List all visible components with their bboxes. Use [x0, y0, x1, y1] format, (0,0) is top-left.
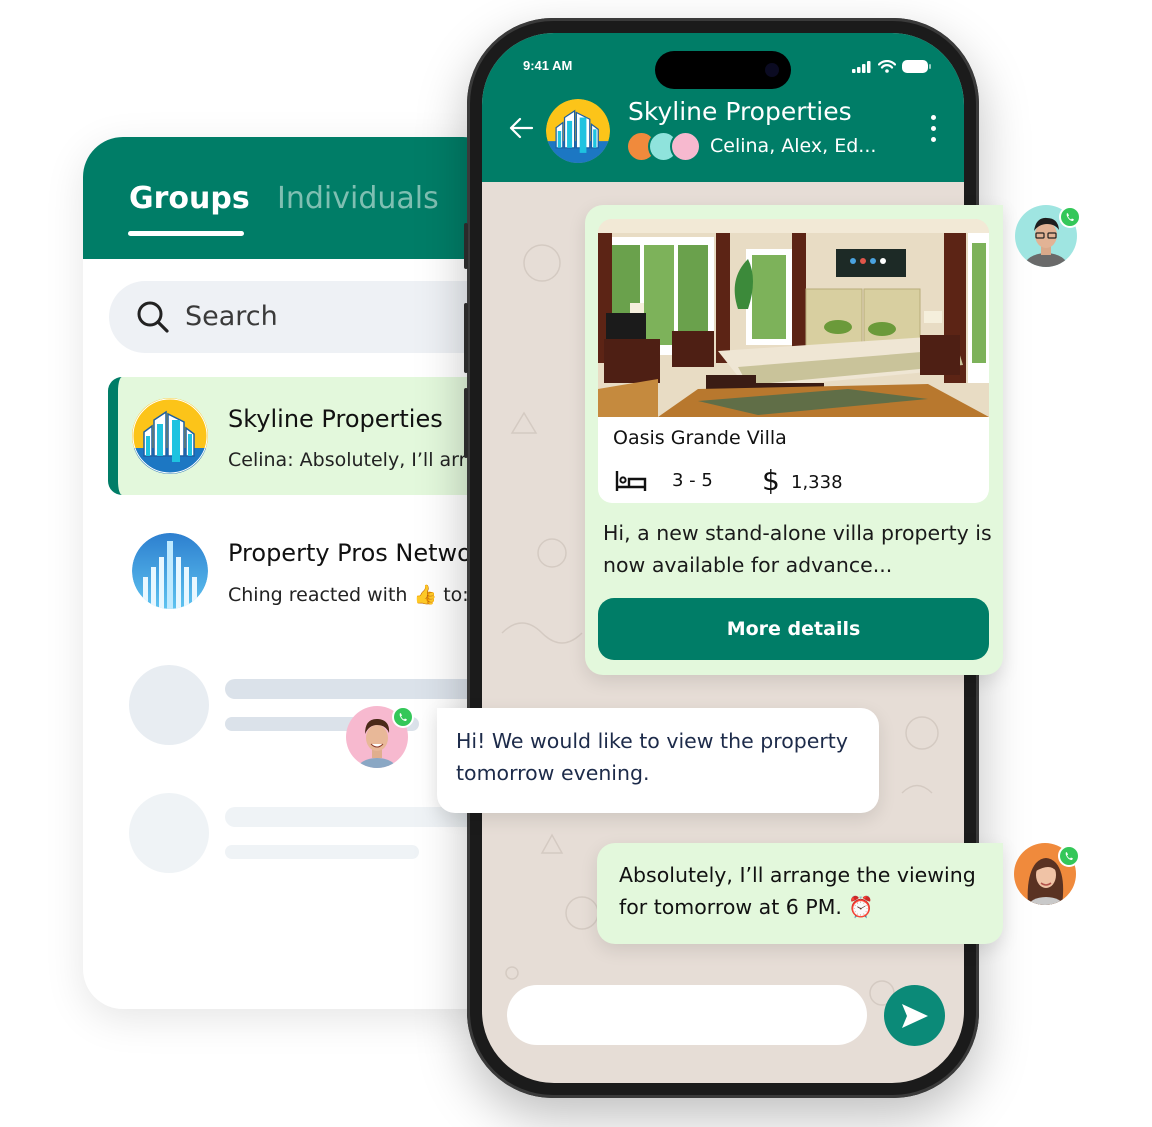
bed-icon: [615, 471, 647, 491]
message-input[interactable]: [507, 985, 867, 1045]
status-icons: [852, 60, 932, 73]
chat-preview: Ching reacted with 👍 to:: [228, 584, 469, 606]
message-outgoing: Absolutely, I’ll arrange the viewing for…: [597, 843, 1003, 944]
message-text: Hi, a new stand-alone villa property is …: [603, 521, 992, 577]
send-button[interactable]: [884, 985, 945, 1046]
chat-list-item-skyline[interactable]: Skyline Properties Celina: Absolutely, I…: [108, 377, 503, 495]
skeleton-line: [225, 845, 419, 859]
signal-icon: [852, 60, 871, 73]
search-icon: [137, 301, 169, 333]
message-incoming: Hi! We would like to view the property t…: [437, 708, 879, 813]
property-card[interactable]: Oasis Grande Villa 3 - 5 $ 1,338: [598, 219, 989, 503]
skyline-logo-avatar: [132, 398, 208, 474]
whatsapp-badge-icon: [392, 706, 414, 728]
chat-name: Property Pros Netwo: [228, 539, 472, 567]
member-avatars: [626, 131, 706, 163]
battery-icon: [902, 60, 931, 73]
group-avatar[interactable]: [546, 99, 610, 163]
wifi-icon: [878, 60, 896, 73]
message-text: Hi! We would like to view the property t…: [456, 729, 848, 785]
chat-title[interactable]: Skyline Properties: [628, 97, 852, 126]
search-placeholder: Search: [185, 301, 278, 332]
tab-groups[interactable]: Groups: [129, 181, 250, 216]
tab-individuals[interactable]: Individuals: [277, 181, 439, 216]
dynamic-island: [655, 51, 791, 89]
property-pros-logo-avatar: [132, 533, 208, 609]
skeleton-avatar: [129, 793, 209, 873]
skeleton-line: [225, 679, 503, 699]
volume-up-button: [464, 303, 468, 373]
whatsapp-badge-icon: [1058, 845, 1080, 867]
send-icon: [901, 1003, 928, 1028]
volume-down-button: [464, 388, 468, 458]
chat-list-item-property-pros[interactable]: Property Pros Netwo Ching reacted with 👍…: [108, 513, 503, 631]
search-input[interactable]: Search: [109, 281, 503, 353]
chat-name: Skyline Properties: [228, 405, 443, 433]
more-vertical-icon[interactable]: [929, 115, 937, 147]
member-avatar-ed: [670, 131, 701, 162]
property-price: 1,338: [791, 472, 843, 493]
back-arrow-icon[interactable]: [508, 115, 534, 141]
skeleton-avatar: [129, 665, 209, 745]
groups-panel: Groups Individuals Search Skyline Proper…: [83, 137, 503, 1009]
chat-preview: Celina: Absolutely, I’ll arra: [228, 449, 479, 471]
status-time: 9:41 AM: [523, 58, 573, 73]
whatsapp-badge-icon: [1059, 206, 1081, 228]
active-tab-indicator: [128, 231, 244, 236]
chat-header: 9:41 AM Skyline Properties Celina, Alex,…: [482, 33, 964, 182]
message-property-card: Oasis Grande Villa 3 - 5 $ 1,338 Hi, a n…: [585, 205, 1003, 675]
more-details-button[interactable]: More details: [598, 598, 989, 660]
message-text: Absolutely, I’ll arrange the viewing for…: [619, 863, 976, 919]
groups-panel-header: Groups Individuals: [83, 137, 503, 259]
property-name: Oasis Grande Villa: [613, 427, 787, 449]
property-rooms: 3 - 5: [672, 470, 713, 491]
property-photo: [598, 219, 989, 417]
dollar-icon: $: [762, 464, 780, 497]
action-button: [464, 223, 468, 269]
front-camera: [765, 63, 779, 77]
chat-members: Celina, Alex, Ed...: [710, 135, 877, 157]
